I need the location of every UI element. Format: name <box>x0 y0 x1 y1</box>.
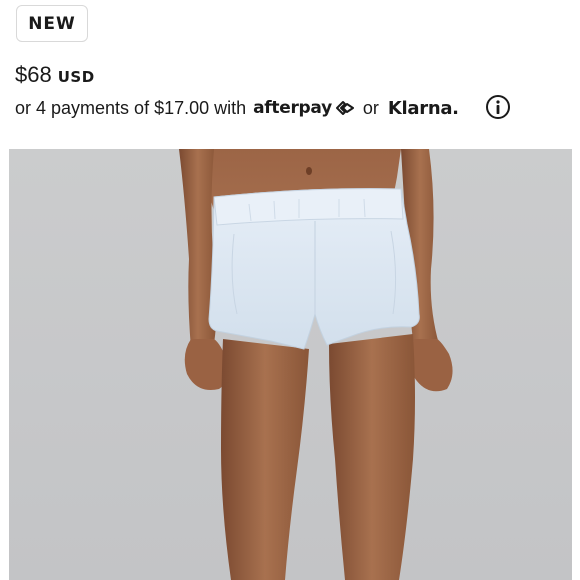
price-amount: $68 <box>15 62 52 87</box>
klarna-logo[interactable]: Klarna. <box>388 98 459 119</box>
info-circle-icon <box>486 95 510 119</box>
installment-text: or 4 payments of $17.00 with <box>15 97 247 118</box>
installment-payments: or 4 payments of $17.00 with afterpay or… <box>15 94 459 122</box>
afterpay-arrows-icon <box>335 101 354 115</box>
price-currency: USD <box>57 68 95 86</box>
or-text: or <box>362 97 379 118</box>
afterpay-logo[interactable]: afterpay <box>253 98 354 118</box>
info-button[interactable] <box>485 94 511 120</box>
afterpay-label: afterpay <box>253 98 332 118</box>
new-badge: NEW <box>16 5 88 42</box>
product-image[interactable] <box>9 149 572 580</box>
price-row: $68 USD <box>15 62 95 88</box>
product-photo-illustration <box>179 149 453 580</box>
product-detail: NEW $68 USD or 4 payments of $17.00 with… <box>0 0 580 580</box>
